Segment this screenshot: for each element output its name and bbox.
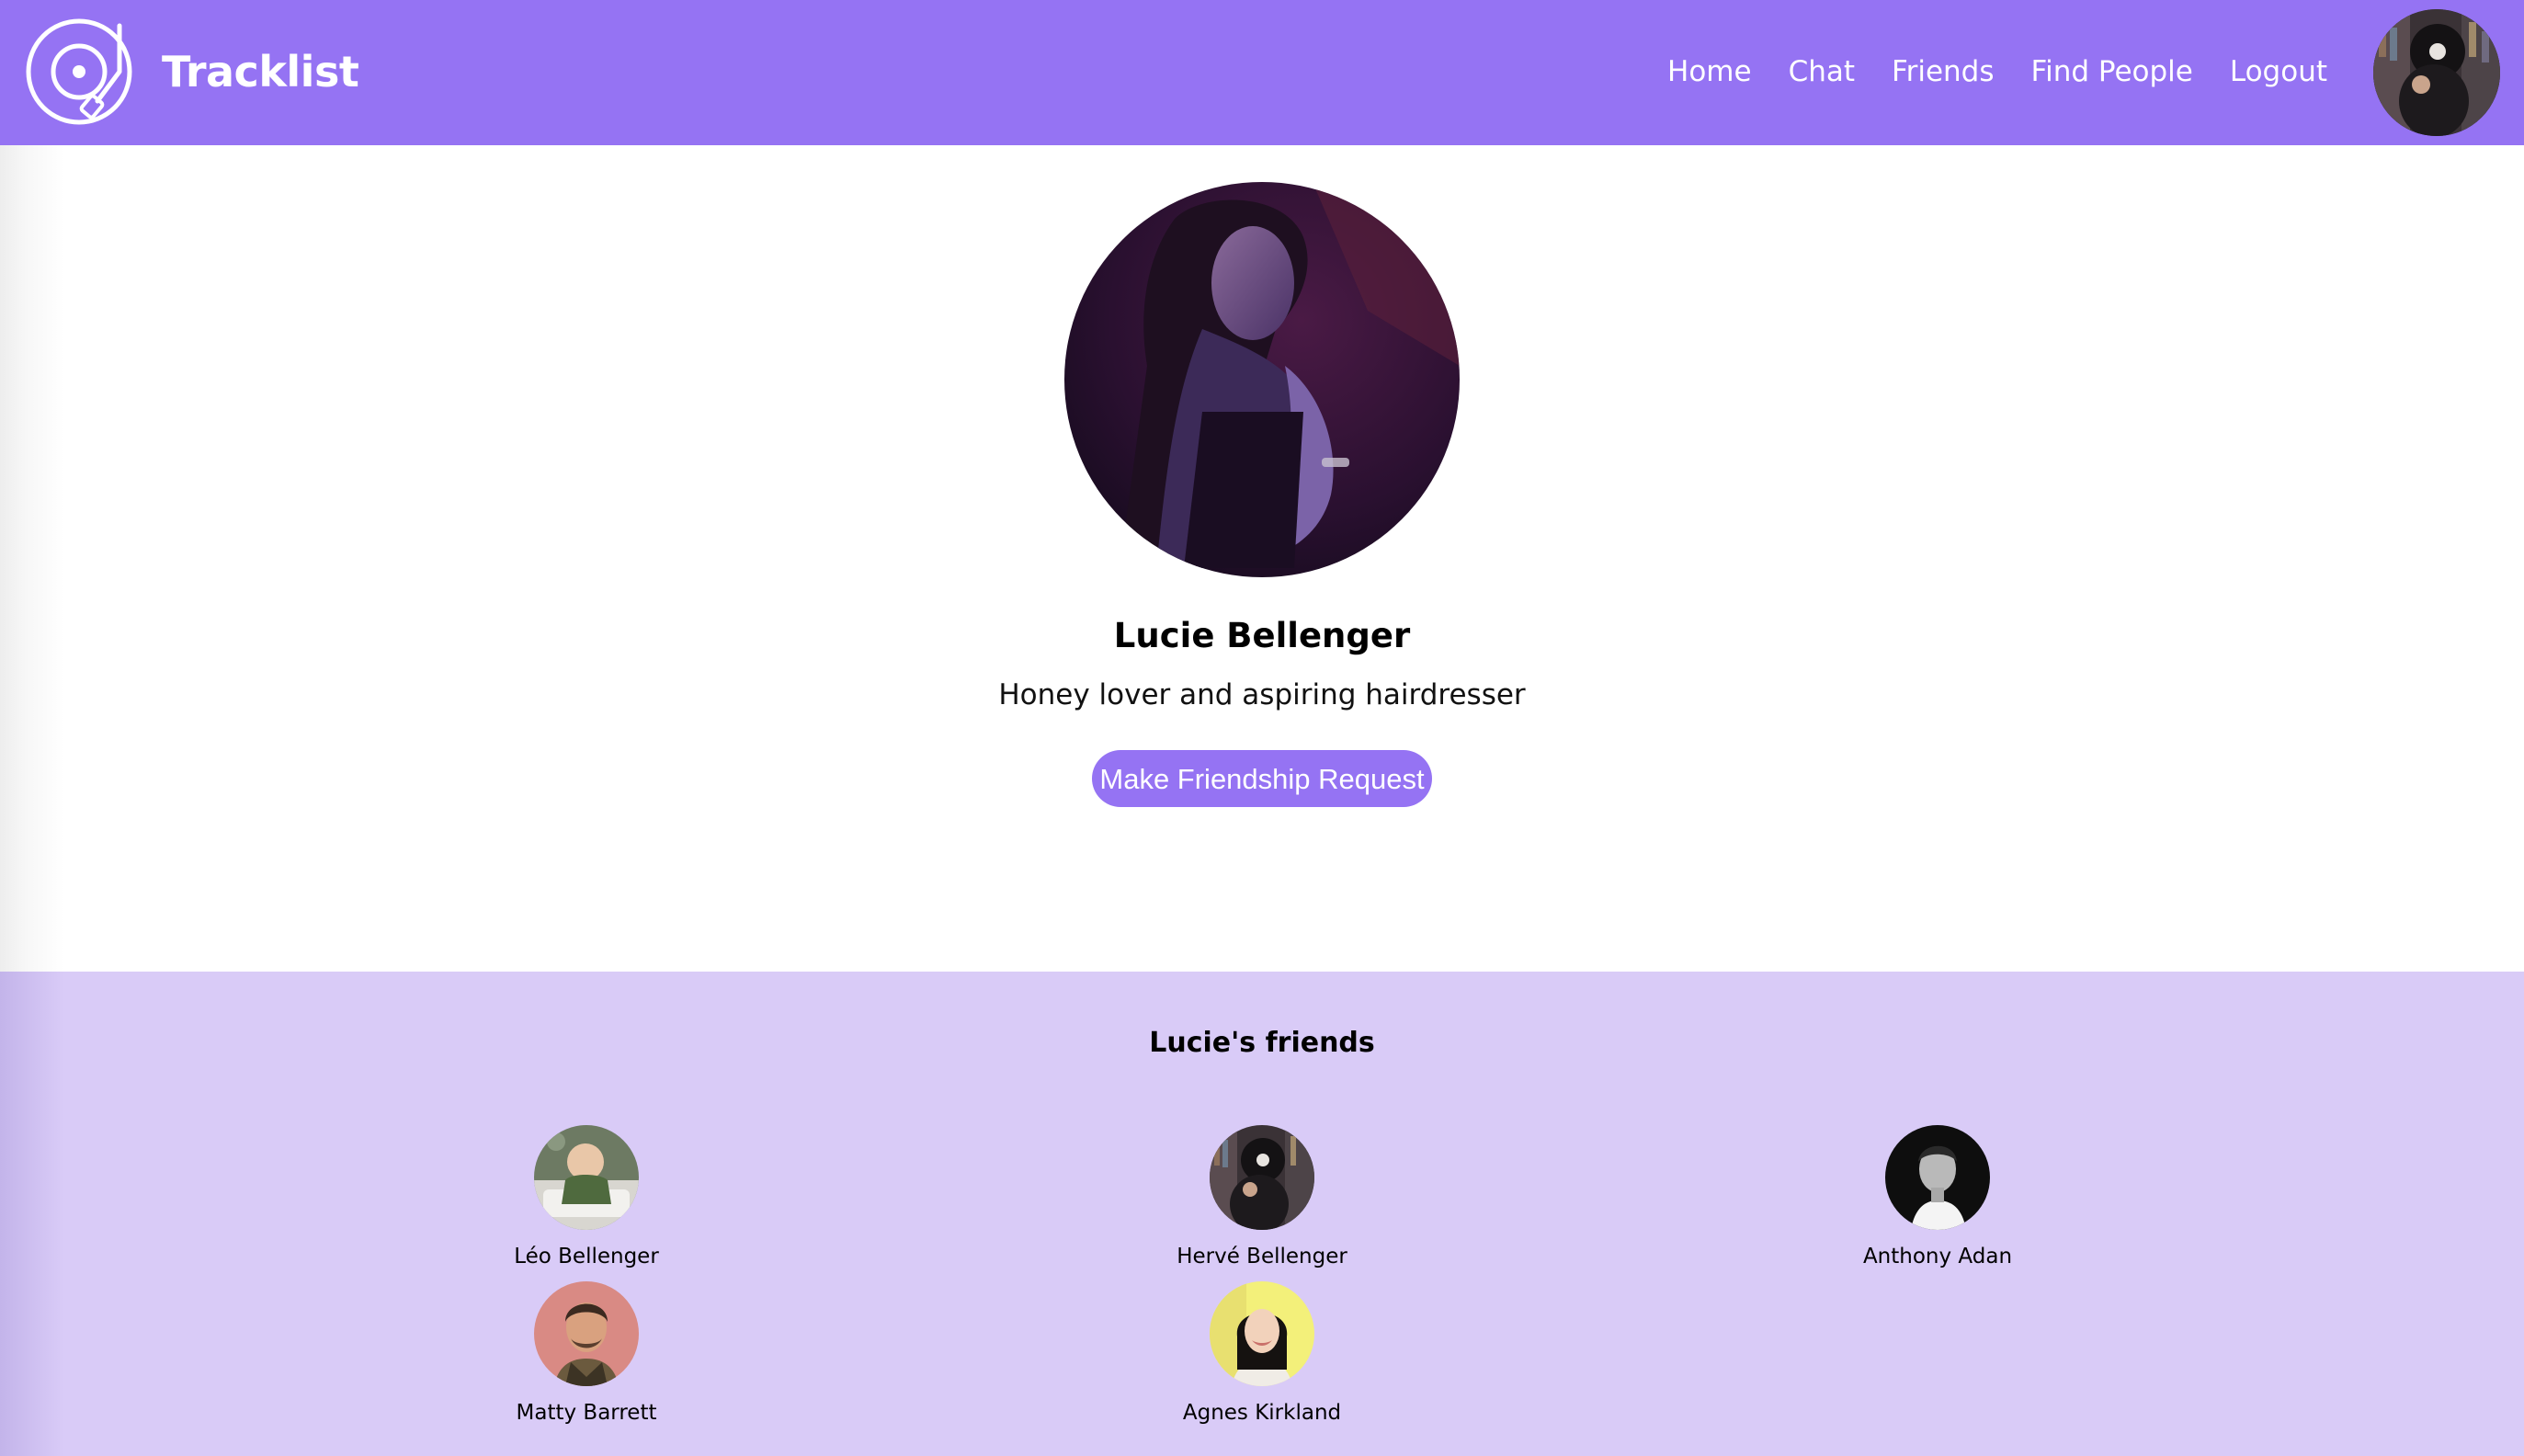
friend-avatar[interactable] — [1210, 1125, 1314, 1230]
profile-bio: Honey lover and aspiring hairdresser — [998, 678, 1526, 711]
nav-links: Home Chat Friends Find People Logout — [1667, 48, 2327, 96]
profile-photo — [1064, 182, 1460, 577]
make-friendship-request-button[interactable]: Make Friendship Request — [1092, 750, 1432, 807]
profile-name: Lucie Bellenger — [1113, 616, 1411, 655]
nav-link-find-people[interactable]: Find People — [2031, 48, 2193, 96]
friend-avatar[interactable] — [534, 1281, 639, 1386]
friend-avatar[interactable] — [1885, 1125, 1990, 1230]
friend-avatar[interactable] — [1210, 1281, 1314, 1386]
friend-name[interactable]: Léo Bellenger — [393, 1241, 779, 1272]
friends-heading: Lucie's friends — [1149, 1027, 1375, 1059]
friend-avatar[interactable] — [534, 1125, 639, 1230]
friend-name[interactable]: Anthony Adan — [1745, 1241, 2131, 1272]
current-user-avatar[interactable] — [2373, 9, 2500, 136]
nav-link-home[interactable]: Home — [1667, 48, 1752, 96]
friend-name[interactable]: Agnes Kirkland — [1069, 1397, 1455, 1428]
friend-card-agnes-kirkland[interactable]: Agnes Kirkland — [1069, 1281, 1455, 1428]
nav-link-chat[interactable]: Chat — [1789, 48, 1855, 96]
friend-card-leo-bellenger[interactable]: Léo Bellenger — [393, 1125, 779, 1272]
nav-link-logout[interactable]: Logout — [2230, 48, 2327, 96]
nav-link-friends[interactable]: Friends — [1892, 48, 1994, 96]
friend-name[interactable]: Matty Barrett — [393, 1397, 779, 1428]
friend-card-herve-bellenger[interactable]: Hervé Bellenger — [1069, 1125, 1455, 1272]
friend-name[interactable]: Hervé Bellenger — [1069, 1241, 1455, 1272]
brand-name[interactable]: Tracklist — [162, 42, 359, 101]
friend-card-matty-barrett[interactable]: Matty Barrett — [393, 1281, 779, 1428]
top-navbar: Tracklist Home Chat Friends Find People … — [0, 0, 2524, 145]
friend-card-anthony-adan[interactable]: Anthony Adan — [1745, 1125, 2131, 1272]
turntable-icon[interactable] — [24, 17, 134, 127]
